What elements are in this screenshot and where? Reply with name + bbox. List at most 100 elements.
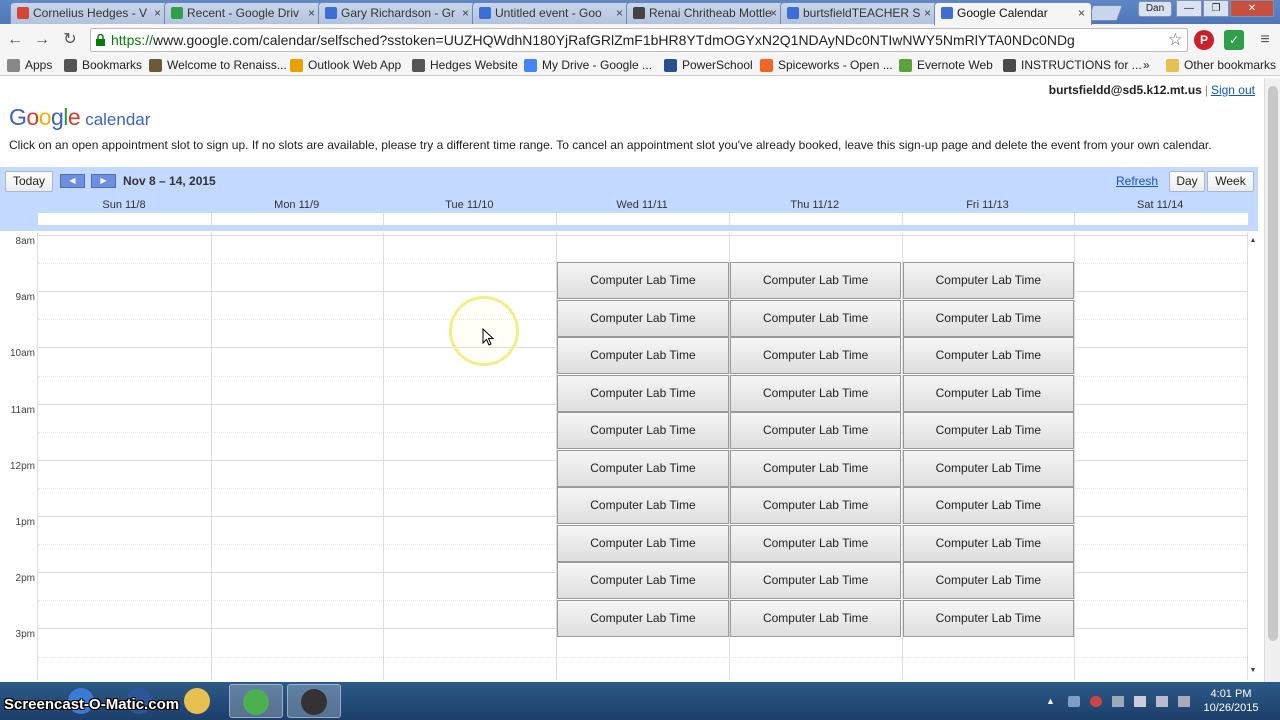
day-header[interactable]: Fri 11/13	[902, 199, 1074, 211]
appointment-slot[interactable]: Computer Lab Time	[902, 262, 1075, 299]
prev-week-icon[interactable]: ◀	[60, 174, 85, 188]
taskbar-app[interactable]	[171, 684, 225, 718]
bookmark-item[interactable]: PowerSchool	[664, 58, 753, 74]
appointment-slot[interactable]: Computer Lab Time	[902, 374, 1075, 412]
forward-icon[interactable]: →	[31, 30, 53, 50]
close-tab-icon[interactable]: ×	[616, 6, 623, 20]
appointment-slot[interactable]: Computer Lab Time	[902, 337, 1075, 374]
sign-out-link[interactable]: Sign out	[1211, 83, 1255, 97]
appointment-slot[interactable]: Computer Lab Time	[902, 299, 1075, 337]
scroll-up-icon[interactable]: ▲	[1248, 237, 1258, 244]
browser-tab[interactable]: Renai Chritheab Mottle ×	[626, 2, 784, 24]
minimize-button[interactable]: —	[1176, 0, 1202, 17]
appointment-slot[interactable]: Computer Lab Time	[729, 524, 902, 562]
appointment-slot[interactable]: Computer Lab Time	[902, 449, 1075, 487]
appointment-slot[interactable]: Computer Lab Time	[557, 299, 729, 337]
bookmark-item[interactable]: Apps	[7, 58, 52, 74]
close-window-button[interactable]: ✕	[1230, 0, 1274, 17]
day-header[interactable]: Sat 11/14	[1074, 199, 1246, 211]
appointment-slot[interactable]: Computer Lab Time	[557, 487, 729, 524]
browser-tab[interactable]: Untitled event - Goo ×	[472, 2, 630, 24]
appointment-slot[interactable]: Computer Lab Time	[729, 562, 902, 599]
tray-monitor-icon[interactable]	[1156, 696, 1168, 707]
day-header[interactable]: Tue 11/10	[383, 199, 555, 211]
menu-icon[interactable]: ≡	[1254, 30, 1276, 50]
appointment-slot[interactable]: Computer Lab Time	[557, 524, 729, 562]
back-icon[interactable]: ←	[4, 30, 26, 50]
day-header[interactable]: Thu 11/12	[729, 199, 901, 211]
close-tab-icon[interactable]: ×	[770, 6, 777, 20]
bookmark-item[interactable]: My Drive - Google ...	[524, 58, 652, 74]
appointment-slot[interactable]: Computer Lab Time	[557, 374, 729, 412]
close-tab-icon[interactable]: ×	[1078, 6, 1085, 20]
grid-scrollbar[interactable]: ▲ ▼	[1248, 233, 1258, 680]
close-tab-icon[interactable]: ×	[308, 6, 315, 20]
appointment-slot[interactable]: Computer Lab Time	[557, 262, 729, 299]
taskbar-app[interactable]	[287, 684, 341, 718]
bookmark-item[interactable]: INSTRUCTIONS for ...	[1003, 58, 1142, 74]
bookmark-item[interactable]: Bookmarks	[64, 58, 142, 74]
appointment-slot[interactable]: Computer Lab Time	[557, 562, 729, 599]
day-view-button[interactable]: Day	[1169, 171, 1205, 192]
browser-tab[interactable]: Cornelius Hedges - V ×	[10, 2, 168, 24]
bookmark-item[interactable]: Welcome to Renaiss...	[149, 58, 287, 74]
appointment-slot[interactable]: Computer Lab Time	[902, 562, 1075, 599]
appointment-slot[interactable]: Computer Lab Time	[729, 337, 902, 374]
day-header[interactable]: Wed 11/11	[556, 199, 728, 211]
scroll-down-icon[interactable]: ▼	[1248, 667, 1258, 674]
scrollbar-thumb[interactable]	[1268, 86, 1278, 641]
appointment-slot[interactable]: Computer Lab Time	[729, 412, 902, 449]
bookmark-item[interactable]: Outlook Web App	[290, 58, 401, 74]
extension-icon[interactable]: ✓	[1224, 30, 1244, 50]
week-view-button[interactable]: Week	[1207, 171, 1254, 192]
tray-battery-icon[interactable]	[1178, 696, 1190, 707]
appointment-slot[interactable]: Computer Lab Time	[902, 412, 1075, 449]
day-header[interactable]: Mon 11/9	[211, 199, 383, 211]
new-tab-button[interactable]	[1087, 5, 1123, 21]
tab-favicon-icon	[787, 7, 799, 19]
tray-app-icon[interactable]	[1068, 696, 1080, 707]
bookmark-star-icon[interactable]: ☆	[1168, 29, 1183, 51]
appointment-slot[interactable]: Computer Lab Time	[729, 487, 902, 524]
browser-tab[interactable]: Recent - Google Driv ×	[164, 2, 322, 24]
tray-network-icon[interactable]	[1112, 696, 1124, 707]
browser-tab[interactable]: Gary Richardson - Gr ×	[318, 2, 476, 24]
close-tab-icon[interactable]: ×	[924, 6, 931, 20]
bookmark-item[interactable]: Evernote Web	[899, 58, 993, 74]
pinterest-icon[interactable]: P	[1194, 30, 1214, 50]
close-tab-icon[interactable]: ×	[154, 6, 161, 20]
browser-tab[interactable]: Google Calendar ×	[934, 2, 1092, 25]
taskbar-app[interactable]	[229, 684, 283, 718]
bookmark-item[interactable]: Hedges Website	[412, 58, 518, 74]
refresh-link[interactable]: Refresh	[1116, 174, 1158, 188]
appointment-slot[interactable]: Computer Lab Time	[729, 299, 902, 337]
today-button[interactable]: Today	[5, 171, 53, 192]
day-header[interactable]: Sun 11/8	[38, 199, 210, 211]
maximize-button[interactable]: ❐	[1203, 0, 1229, 17]
other-bookmarks[interactable]: Other bookmarks	[1166, 58, 1276, 74]
page-scrollbar[interactable]	[1264, 78, 1280, 682]
appointment-slot[interactable]: Computer Lab Time	[557, 599, 729, 637]
appointment-slot[interactable]: Computer Lab Time	[902, 599, 1075, 637]
tray-volume-icon[interactable]	[1134, 696, 1146, 707]
appointment-slot[interactable]: Computer Lab Time	[902, 524, 1075, 562]
next-week-icon[interactable]: ▶	[91, 174, 116, 188]
appointment-slot[interactable]: Computer Lab Time	[557, 337, 729, 374]
bookmark-item[interactable]: Spiceworks - Open ...	[760, 58, 893, 74]
address-bar[interactable]: https://www.google.com/calendar/selfsche…	[90, 28, 1188, 52]
tray-expand-icon[interactable]: ▲	[1046, 696, 1058, 707]
appointment-slot[interactable]: Computer Lab Time	[729, 262, 902, 299]
reload-icon[interactable]: ↻	[59, 30, 81, 50]
appointment-slot[interactable]: Computer Lab Time	[729, 374, 902, 412]
appointment-slot[interactable]: Computer Lab Time	[729, 449, 902, 487]
bookmarks-overflow-icon[interactable]: »	[1143, 58, 1150, 74]
tray-alert-icon[interactable]	[1090, 696, 1102, 707]
appointment-slot[interactable]: Computer Lab Time	[557, 449, 729, 487]
appointment-slot[interactable]: Computer Lab Time	[902, 487, 1075, 524]
system-clock[interactable]: 4:01 PM 10/26/2015	[1200, 687, 1262, 715]
close-tab-icon[interactable]: ×	[462, 6, 469, 20]
appointment-slot[interactable]: Computer Lab Time	[557, 412, 729, 449]
appointment-slot[interactable]: Computer Lab Time	[729, 599, 902, 637]
profile-button[interactable]: Dan	[1138, 1, 1172, 17]
browser-tab[interactable]: burtsfieldTEACHER S ×	[780, 2, 938, 24]
